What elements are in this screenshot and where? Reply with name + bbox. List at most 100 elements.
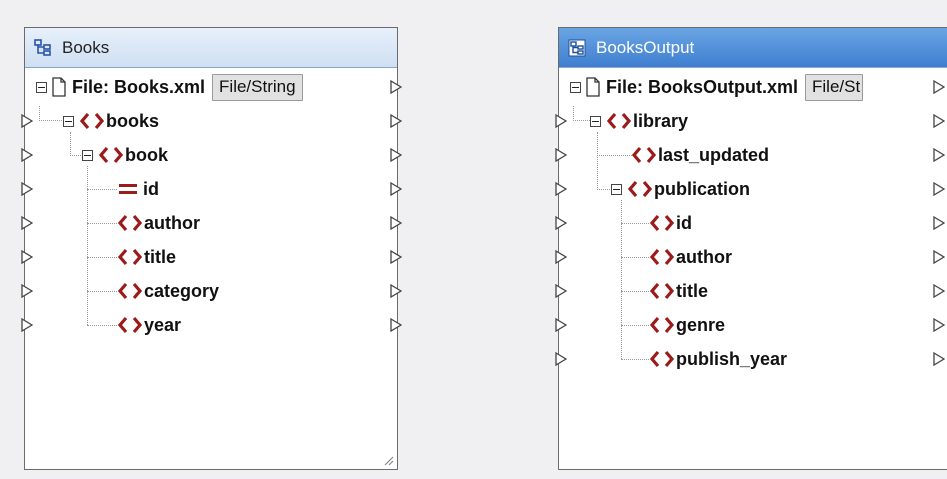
output-connector-icon[interactable] <box>390 114 402 128</box>
collapse-toggle[interactable] <box>36 81 47 93</box>
input-connector-icon[interactable] <box>21 250 33 264</box>
file-icon <box>586 77 600 97</box>
input-connector-icon[interactable] <box>555 352 567 366</box>
attribute-icon <box>117 180 139 198</box>
element-tag-icon <box>117 214 143 232</box>
node-label[interactable]: book <box>125 145 168 166</box>
output-connector-icon[interactable] <box>933 182 945 196</box>
collapse-toggle[interactable] <box>570 81 581 93</box>
output-connector-icon[interactable] <box>390 250 402 264</box>
node-label[interactable]: last_updated <box>658 145 769 166</box>
output-connector-icon[interactable] <box>390 80 402 94</box>
tree-node-row: id <box>21 172 402 206</box>
collapse-toggle[interactable] <box>63 115 74 127</box>
input-connector-icon[interactable] <box>21 182 33 196</box>
tree-node-row: title <box>555 274 947 308</box>
collapse-toggle[interactable] <box>82 149 93 161</box>
tree-node-row: title <box>21 240 402 274</box>
input-connector-icon[interactable] <box>555 318 567 332</box>
output-connector-icon[interactable] <box>933 148 945 162</box>
output-connector-icon[interactable] <box>390 318 402 332</box>
node-label[interactable]: publish_year <box>676 349 787 370</box>
tree-node-row: last_updated <box>555 138 947 172</box>
node-label[interactable]: author <box>676 247 732 268</box>
element-tag-icon <box>606 112 632 130</box>
node-label[interactable]: category <box>144 281 219 302</box>
input-connector-icon[interactable] <box>555 114 567 128</box>
tree-node-row: author <box>21 206 402 240</box>
output-connector-icon[interactable] <box>933 250 945 264</box>
element-tag-icon <box>117 316 143 334</box>
input-connector-icon[interactable] <box>555 182 567 196</box>
file-string-button[interactable]: File/St <box>805 73 864 101</box>
input-connector-icon[interactable] <box>21 284 33 298</box>
output-connector-icon[interactable] <box>933 318 945 332</box>
tree-node-row: books <box>21 104 402 138</box>
input-connector-icon[interactable] <box>21 318 33 332</box>
node-label[interactable]: author <box>144 213 200 234</box>
input-connector-icon[interactable] <box>21 216 33 230</box>
node-label[interactable]: title <box>144 247 176 268</box>
node-label[interactable]: publication <box>654 179 750 200</box>
collapse-toggle[interactable] <box>590 115 601 127</box>
books-output-component-header[interactable]: BooksOutput <box>559 28 947 68</box>
node-label[interactable]: books <box>106 111 159 132</box>
tree-node-row: year <box>21 308 402 342</box>
element-tag-icon <box>117 282 143 300</box>
tree-node-row: library <box>555 104 947 138</box>
tree-node-row: genre <box>555 308 947 342</box>
element-tag-icon <box>649 350 675 368</box>
output-connector-icon[interactable] <box>933 284 945 298</box>
component-title: BooksOutput <box>596 37 695 57</box>
element-tag-icon <box>79 112 105 130</box>
file-row: File: BooksOutput.xml File/St <box>559 70 947 104</box>
element-tag-icon <box>649 214 675 232</box>
tree-node-row: category <box>21 274 402 308</box>
output-connector-icon[interactable] <box>390 148 402 162</box>
node-label[interactable]: id <box>676 213 692 234</box>
output-connector-icon[interactable] <box>933 352 945 366</box>
input-connector-icon[interactable] <box>555 148 567 162</box>
tree-node-row: book <box>21 138 402 172</box>
element-tag-icon <box>649 248 675 266</box>
output-connector-icon[interactable] <box>933 114 945 128</box>
output-connector-icon[interactable] <box>390 284 402 298</box>
component-tree-icon <box>34 38 52 57</box>
tree-node-row: id <box>555 206 947 240</box>
component-tree-icon <box>568 39 586 57</box>
output-connector-icon[interactable] <box>933 80 945 94</box>
tree-node-row: publish_year <box>555 342 947 376</box>
file-string-button[interactable]: File/String <box>212 73 303 101</box>
element-tag-icon <box>631 146 657 164</box>
resize-grip-icon[interactable] <box>382 454 394 466</box>
node-label[interactable]: genre <box>676 315 725 336</box>
tree-node-row: publication <box>555 172 947 206</box>
node-label[interactable]: id <box>143 179 159 200</box>
element-tag-icon <box>649 282 675 300</box>
element-tag-icon <box>649 316 675 334</box>
input-connector-icon[interactable] <box>555 250 567 264</box>
input-connector-icon[interactable] <box>21 114 33 128</box>
output-connector-icon[interactable] <box>390 182 402 196</box>
collapse-toggle[interactable] <box>611 183 622 195</box>
file-label: File: Books.xml <box>72 76 206 97</box>
books-output-component[interactable]: BooksOutput File: BooksOutput.xml File/S… <box>555 27 947 470</box>
input-connector-icon[interactable] <box>555 284 567 298</box>
tree-node-row: author <box>555 240 947 274</box>
node-label[interactable]: title <box>676 281 708 302</box>
node-label[interactable]: library <box>633 111 688 132</box>
component-title: Books <box>62 37 110 57</box>
books-component-header[interactable]: Books <box>25 28 397 68</box>
input-connector-icon[interactable] <box>555 216 567 230</box>
file-icon <box>52 77 66 97</box>
element-tag-icon <box>117 248 143 266</box>
output-connector-icon[interactable] <box>390 216 402 230</box>
output-connector-icon[interactable] <box>933 216 945 230</box>
element-tag-icon <box>627 180 653 198</box>
books-component[interactable]: Books File: Books.xml File/String books <box>21 27 402 470</box>
node-label[interactable]: year <box>144 315 181 336</box>
file-row: File: Books.xml File/String <box>25 70 402 104</box>
input-connector-icon[interactable] <box>21 148 33 162</box>
file-label: File: BooksOutput.xml <box>606 76 799 97</box>
element-tag-icon <box>98 146 124 164</box>
